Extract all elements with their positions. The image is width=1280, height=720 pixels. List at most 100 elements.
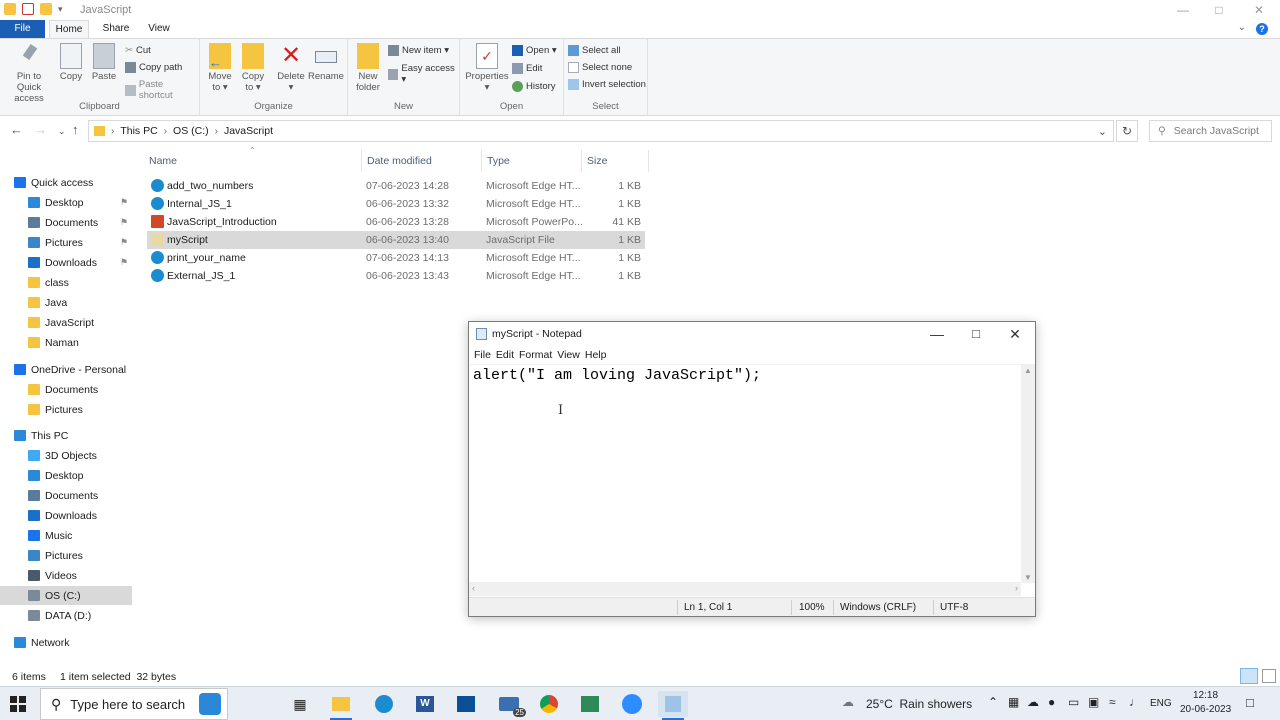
- column-divider[interactable]: [581, 150, 582, 172]
- file-row[interactable]: JavaScript_Introduction 06-06-2023 13:28 M…: [147, 213, 645, 231]
- sidebar-item[interactable]: Documents ⚑: [0, 213, 132, 232]
- sidebar-item[interactable]: 3D Objects: [0, 446, 132, 465]
- edit-button[interactable]: Edit: [512, 63, 542, 74]
- cloud-tray-icon[interactable]: ☁: [1027, 695, 1039, 709]
- help-icon[interactable]: ?: [1256, 23, 1268, 35]
- breadcrumb-os-c[interactable]: OS (C:): [173, 125, 209, 137]
- paste-shortcut-button[interactable]: Paste shortcut: [125, 79, 199, 101]
- sidebar-item[interactable]: OS (C:): [0, 586, 132, 605]
- wifi-tray-icon[interactable]: ≈: [1109, 695, 1116, 709]
- scroll-down-arrow-icon[interactable]: ▼: [1024, 573, 1032, 582]
- notepad-taskbar-icon[interactable]: [658, 691, 688, 720]
- up-button[interactable]: ↑: [72, 122, 79, 137]
- sidebar-item[interactable]: This PC: [0, 426, 132, 445]
- breadcrumb-this-pc[interactable]: This PC: [120, 125, 157, 137]
- sidebar-item[interactable]: Music: [0, 526, 132, 545]
- chevron-right-icon[interactable]: ›: [111, 126, 114, 137]
- file-row[interactable]: External_JS_1 06-06-2023 13:43 Microsoft E…: [147, 267, 645, 285]
- column-divider[interactable]: [481, 150, 482, 172]
- sidebar-item[interactable]: Network: [0, 633, 132, 652]
- column-divider[interactable]: [648, 150, 649, 172]
- sidebar-item[interactable]: DATA (D:): [0, 606, 132, 625]
- sidebar-item[interactable]: class: [0, 273, 132, 292]
- pin-to-quick-access-button[interactable]: Pin to Quick access: [4, 43, 54, 104]
- network-tray-icon[interactable]: ▣: [1088, 695, 1099, 709]
- details-view-button[interactable]: [1240, 668, 1258, 684]
- microphone-tray-icon[interactable]: ●: [1048, 695, 1055, 709]
- refresh-button[interactable]: ↻: [1116, 120, 1138, 142]
- sidebar-item[interactable]: Documents: [0, 486, 132, 505]
- notepad-close-button[interactable]: ✕: [995, 322, 1035, 346]
- sidebar-item[interactable]: Pictures: [0, 546, 132, 565]
- address-history-chevron-icon[interactable]: ⌄: [1098, 125, 1107, 138]
- menu-file[interactable]: File: [474, 346, 491, 364]
- scroll-up-arrow-icon[interactable]: ▲: [1024, 366, 1032, 375]
- notepad-title-bar[interactable]: myScript - Notepad — □ ✕: [469, 322, 1035, 346]
- paste-button[interactable]: Paste: [90, 43, 118, 82]
- notifications-icon[interactable]: □: [1246, 695, 1254, 710]
- sidebar-item[interactable]: Downloads ⚑: [0, 253, 132, 272]
- task-view-button[interactable]: ▦: [285, 691, 315, 717]
- move-to-button[interactable]: ← Move to ▾: [205, 43, 235, 93]
- large-icons-view-button[interactable]: [1262, 669, 1276, 683]
- open-button[interactable]: Open ▾: [512, 45, 557, 56]
- volume-tray-icon[interactable]: ♩: [1129, 695, 1141, 709]
- sidebar-item[interactable]: Quick access: [0, 173, 132, 192]
- clock-time[interactable]: 12:18: [1193, 690, 1218, 701]
- file-explorer-taskbar-icon[interactable]: [326, 691, 356, 720]
- column-header-size[interactable]: Size: [587, 155, 607, 173]
- scroll-right-arrow-icon[interactable]: ›: [1015, 583, 1018, 593]
- tab-file[interactable]: File: [0, 20, 45, 38]
- sidebar-item[interactable]: Pictures ⚑: [0, 233, 132, 252]
- address-bar[interactable]: › This PC › OS (C:) › JavaScript ⌄: [88, 120, 1114, 142]
- invert-selection-button[interactable]: Invert selection: [568, 79, 646, 90]
- weather-icon[interactable]: ☁: [842, 695, 854, 709]
- menu-view[interactable]: View: [557, 346, 580, 364]
- back-button[interactable]: ←: [10, 122, 23, 137]
- properties-icon[interactable]: [22, 3, 34, 15]
- vertical-scrollbar[interactable]: ▲ ▼: [1021, 365, 1035, 583]
- notepad-content[interactable]: alert("I am loving JavaScript");: [473, 367, 761, 384]
- sidebar-item[interactable]: JavaScript: [0, 313, 132, 332]
- easy-access-button[interactable]: Easy access ▾: [388, 63, 459, 85]
- battery-tray-icon[interactable]: ▭: [1068, 695, 1079, 709]
- menu-format[interactable]: Format: [519, 346, 552, 364]
- minimize-button[interactable]: —: [1164, 0, 1202, 20]
- sidebar-item[interactable]: Naman: [0, 333, 132, 352]
- forward-button[interactable]: →: [34, 122, 47, 137]
- select-all-button[interactable]: Select all: [568, 45, 621, 56]
- breadcrumb-javascript[interactable]: JavaScript: [224, 125, 273, 137]
- tab-home[interactable]: Home: [49, 20, 89, 38]
- copy-button[interactable]: Copy: [58, 43, 84, 82]
- taskbar-search-box[interactable]: ⚲ Type here to search: [40, 688, 228, 720]
- notepad-minimize-button[interactable]: —: [917, 322, 957, 346]
- sidebar-item[interactable]: Desktop: [0, 466, 132, 485]
- app-taskbar-icon[interactable]: [575, 691, 605, 717]
- recent-locations-button[interactable]: ⌄: [58, 126, 66, 137]
- clock-date[interactable]: 20-06-2023: [1180, 704, 1231, 715]
- sidebar-item[interactable]: Documents: [0, 380, 132, 399]
- mail-taskbar-icon[interactable]: 25: [494, 691, 526, 717]
- sidebar-item[interactable]: OneDrive - Personal: [0, 360, 132, 379]
- weather-text[interactable]: 25°C Rain showers: [866, 697, 972, 711]
- copy-to-button[interactable]: Copy to ▾: [238, 43, 268, 93]
- start-button[interactable]: [10, 696, 26, 712]
- history-button[interactable]: History: [512, 81, 556, 92]
- properties-button[interactable]: ✓ Properties ▾: [465, 43, 509, 93]
- file-row[interactable]: Internal_JS_1 06-06-2023 13:32 Microsoft E…: [147, 195, 645, 213]
- chrome-taskbar-icon[interactable]: [534, 691, 564, 717]
- close-button[interactable]: ✕: [1240, 0, 1278, 20]
- sidebar-item[interactable]: Videos: [0, 566, 132, 585]
- select-none-button[interactable]: Select none: [568, 62, 632, 73]
- word-taskbar-icon[interactable]: W: [410, 691, 440, 717]
- search-input[interactable]: ⚲ Search JavaScript: [1149, 120, 1272, 142]
- column-header-type[interactable]: Type: [487, 155, 510, 173]
- column-header-date[interactable]: Date modified: [367, 155, 432, 173]
- menu-help[interactable]: Help: [585, 346, 607, 364]
- onedrive-tray-icon[interactable]: ▦: [1008, 695, 1019, 709]
- language-indicator[interactable]: ENG: [1150, 698, 1172, 709]
- file-row[interactable]: print_your_name 07-06-2023 14:13 Microsoft…: [147, 249, 645, 267]
- chevron-down-icon[interactable]: ⌄: [1238, 22, 1246, 33]
- notepad-text-area[interactable]: alert("I am loving JavaScript"); I ▲ ▼ ‹…: [469, 364, 1035, 596]
- store-taskbar-icon[interactable]: [451, 691, 481, 717]
